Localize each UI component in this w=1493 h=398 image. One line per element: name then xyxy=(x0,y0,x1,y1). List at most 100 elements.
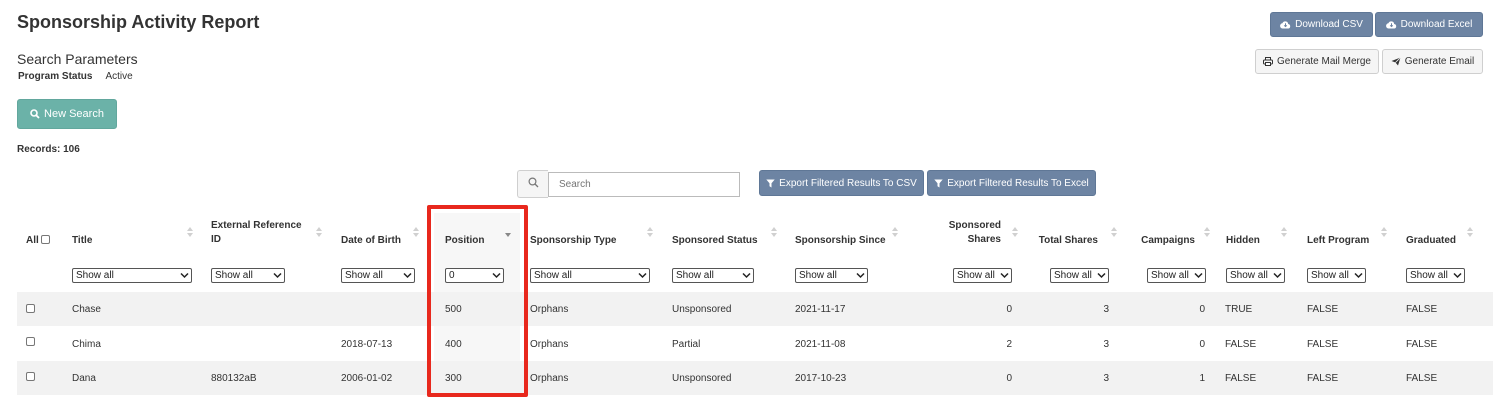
cell-total-shares: 3 xyxy=(1103,373,1109,384)
cell-campaigns: 1 xyxy=(1199,373,1205,384)
generate-email-button[interactable]: Generate Email xyxy=(1382,49,1483,74)
table-row[interactable]: Chase 500 Orphans Unsponsored 2021-11-17… xyxy=(17,292,1493,326)
filter-total-shares-select[interactable]: Show all xyxy=(1050,268,1109,283)
filter-spons-since-value: Show all xyxy=(799,270,837,281)
search-parameters-heading: Search Parameters xyxy=(17,51,138,67)
row-checkbox[interactable] xyxy=(26,372,35,381)
chevron-down-icon xyxy=(1453,272,1462,279)
filter-spons-shares-value: Show all xyxy=(957,270,995,281)
header-left-program[interactable]: Left Program xyxy=(1307,234,1369,248)
header-sponsored-shares[interactable]: Sponsored Shares xyxy=(930,219,1001,247)
cell-total-shares: 3 xyxy=(1103,304,1109,315)
cell-hidden: FALSE xyxy=(1225,373,1257,384)
filter-icon xyxy=(766,179,775,188)
chevron-down-icon xyxy=(1354,272,1363,279)
sort-total-shares-icon[interactable] xyxy=(1110,226,1117,240)
filter-title-select[interactable]: Show all xyxy=(72,268,192,283)
download-excel-button[interactable]: Download Excel xyxy=(1375,12,1483,37)
filter-hidden-value: Show all xyxy=(1230,270,1268,281)
select-all-checkbox[interactable] xyxy=(41,235,50,244)
cell-spons-type: Orphans xyxy=(530,339,569,350)
filter-ext-ref-value: Show all xyxy=(215,270,253,281)
filter-title-value: Show all xyxy=(76,270,114,281)
sort-dob-icon[interactable] xyxy=(412,226,419,240)
cell-spons-type: Orphans xyxy=(530,373,569,384)
chevron-down-icon xyxy=(638,272,647,279)
filter-ext-ref-select[interactable]: Show all xyxy=(211,268,285,283)
table-row[interactable]: Dana 880132aB 2006-01-02 300 Orphans Uns… xyxy=(17,361,1493,395)
sort-graduated-icon[interactable] xyxy=(1466,226,1473,240)
cell-dob: 2018-07-13 xyxy=(341,339,393,350)
header-spons-shares-line2: Shares xyxy=(967,234,1001,245)
header-ext-ref-line2: ID xyxy=(211,234,221,245)
printer-icon xyxy=(1263,57,1274,66)
param-value: Active xyxy=(105,71,133,82)
filter-left-program-value: Show all xyxy=(1311,270,1349,281)
cell-spons-since: 2017-10-23 xyxy=(795,373,847,384)
sort-spons-since-icon[interactable] xyxy=(891,226,898,240)
cell-spons-shares: 0 xyxy=(1006,373,1012,384)
cell-ext-ref: 880132aB xyxy=(211,373,257,384)
sort-spons-shares-icon[interactable] xyxy=(1011,226,1018,240)
chevron-down-icon xyxy=(742,272,751,279)
filter-spons-shares-select[interactable]: Show all xyxy=(953,268,1012,283)
download-excel-label: Download Excel xyxy=(1400,19,1473,30)
cloud-download-icon xyxy=(1280,20,1291,29)
header-campaigns[interactable]: Campaigns xyxy=(1130,234,1195,248)
filter-spons-type-select[interactable]: Show all xyxy=(530,268,650,283)
chevron-down-icon xyxy=(1273,272,1282,279)
header-sponsorship-type[interactable]: Sponsorship Type xyxy=(530,234,617,248)
cell-graduated: FALSE xyxy=(1406,304,1438,315)
cloud-download-icon xyxy=(1385,20,1397,29)
header-title[interactable]: Title xyxy=(72,234,92,248)
cell-left-program: FALSE xyxy=(1307,339,1339,350)
filter-dob-select[interactable]: Show all xyxy=(341,268,415,283)
export-filtered-csv-button[interactable]: Export Filtered Results To CSV xyxy=(759,170,924,196)
chevron-down-icon xyxy=(403,272,412,279)
select-all-label: All xyxy=(26,235,39,246)
download-csv-label: Download CSV xyxy=(1295,19,1363,30)
header-date-of-birth[interactable]: Date of Birth xyxy=(341,234,401,248)
paper-plane-icon xyxy=(1391,57,1401,66)
cell-spons-shares: 0 xyxy=(1006,304,1012,315)
row-checkbox[interactable] xyxy=(26,337,35,346)
chevron-down-icon xyxy=(1194,272,1203,279)
sort-left-program-icon[interactable] xyxy=(1380,226,1387,240)
table-row[interactable]: Chima 2018-07-13 400 Orphans Partial 202… xyxy=(17,327,1493,361)
cell-spons-status: Unsponsored xyxy=(672,373,732,384)
generate-mail-merge-button[interactable]: Generate Mail Merge xyxy=(1255,49,1379,74)
filter-spons-since-select[interactable]: Show all xyxy=(795,268,868,283)
filter-campaigns-select[interactable]: Show all xyxy=(1147,268,1206,283)
sort-campaigns-icon[interactable] xyxy=(1203,226,1210,240)
generate-email-label: Generate Email xyxy=(1404,56,1475,67)
new-search-label: New Search xyxy=(44,108,104,120)
download-csv-button[interactable]: Download CSV xyxy=(1270,12,1373,37)
filter-graduated-select[interactable]: Show all xyxy=(1406,268,1465,283)
param-label: Program Status xyxy=(18,71,93,82)
header-sponsored-status[interactable]: Sponsored Status xyxy=(672,234,758,248)
chevron-down-icon xyxy=(273,272,282,279)
sort-ext-ref-icon[interactable] xyxy=(315,226,322,240)
filter-left-program-select[interactable]: Show all xyxy=(1307,268,1366,283)
filter-hidden-select[interactable]: Show all xyxy=(1226,268,1285,283)
sort-spons-status-icon[interactable] xyxy=(770,226,777,240)
row-checkbox[interactable] xyxy=(26,304,35,313)
search-input[interactable] xyxy=(548,172,740,197)
header-sponsorship-since[interactable]: Sponsorship Since xyxy=(795,234,886,248)
export-filtered-excel-button[interactable]: Export Filtered Results To Excel xyxy=(927,170,1096,196)
sort-hidden-icon[interactable] xyxy=(1280,226,1287,240)
cell-spons-status: Unsponsored xyxy=(672,304,732,315)
filter-spons-type-value: Show all xyxy=(534,270,572,281)
sort-title-icon[interactable] xyxy=(186,226,193,240)
page-title: Sponsorship Activity Report xyxy=(17,12,260,32)
header-hidden[interactable]: Hidden xyxy=(1226,234,1260,248)
header-total-shares[interactable]: Total Shares xyxy=(1030,234,1098,248)
filter-spons-status-select[interactable]: Show all xyxy=(672,268,754,283)
cell-dob: 2006-01-02 xyxy=(341,373,393,384)
new-search-button[interactable]: New Search xyxy=(17,99,117,129)
header-external-reference-id[interactable]: External Reference ID xyxy=(211,219,302,247)
sort-spons-type-icon[interactable] xyxy=(646,226,653,240)
header-graduated[interactable]: Graduated xyxy=(1406,234,1456,248)
chevron-down-icon xyxy=(856,272,865,279)
records-count: Records: 106 xyxy=(17,144,80,155)
